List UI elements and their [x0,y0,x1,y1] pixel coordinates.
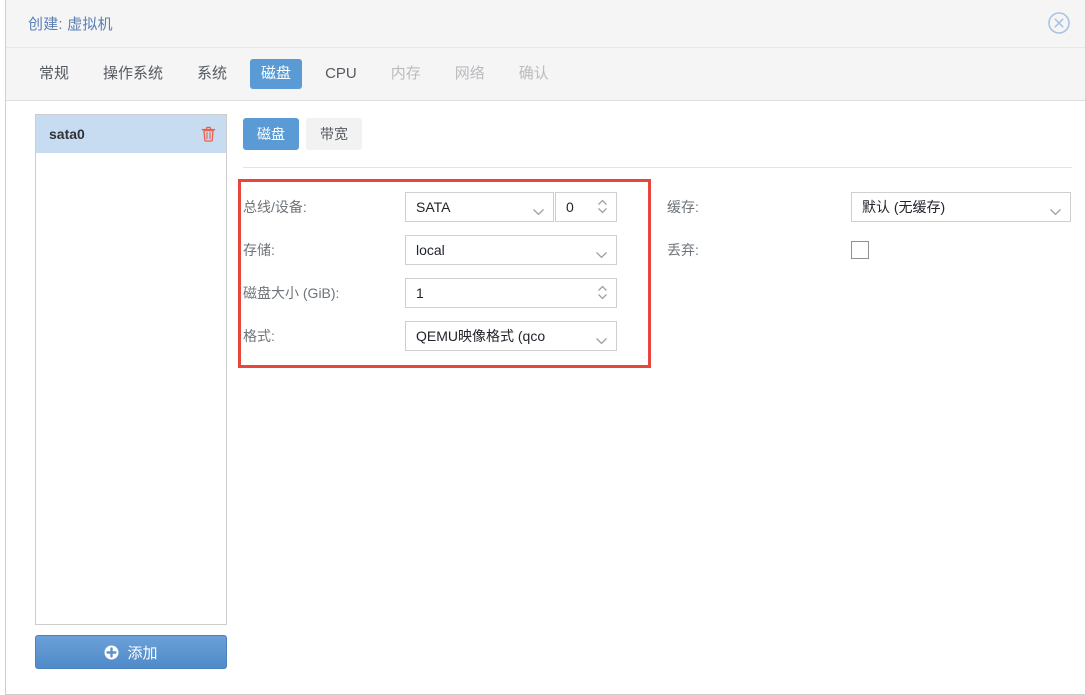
tab-network: 网络 [454,65,485,83]
disk-settings-panel: 磁盘 带宽 总线/设备: SATA 0 存储: local 磁盘大小 (GiB)… [238,111,1073,684]
create-vm-dialog: 创建: 虚拟机 常规 操作系统 系统 磁盘 CPU 内存 网络 确认 sata0 [5,0,1086,695]
form-row-cache: 缓存: 默认 (无缓存) [667,185,1071,228]
chevron-down-icon [595,246,608,258]
tab-cpu[interactable]: CPU [314,59,368,88]
bus-device-label: 总线/设备: [243,198,307,215]
subtab-bandwidth[interactable]: 带宽 [306,118,362,150]
tab-general[interactable]: 常规 [28,59,80,88]
storage-select[interactable]: local [405,234,617,265]
disk-subtabs: 磁盘 带宽 [243,118,362,150]
tab-system[interactable]: 系统 [186,59,238,88]
bus-select-value: SATA [416,198,451,215]
storage-label: 存储: [243,241,275,258]
spinner-arrows-icon[interactable] [597,284,608,301]
storage-select-value: local [416,241,445,258]
chevron-down-icon [1049,203,1062,215]
form-row-disk-size: 磁盘大小 (GiB): 1 [243,271,1073,314]
disk-size-value: 1 [416,284,424,301]
chevron-down-icon [532,203,545,215]
wizard-tabbar: 常规 操作系统 系统 磁盘 CPU 内存 网络 确认 [6,48,1085,101]
tab-confirm: 确认 [518,65,549,83]
section-divider [243,167,1072,168]
add-button[interactable]: 添加 [35,635,227,669]
cache-label: 缓存: [667,198,699,215]
dialog-body: sata0 添加 磁盘 带宽 总线/设备: SATA 0 存储: local 磁… [6,101,1085,694]
cache-select[interactable]: 默认 (无缓存) [851,191,1071,222]
device-list: sata0 [35,114,227,625]
trash-icon[interactable] [201,126,216,142]
disk-form-right: 缓存: 默认 (无缓存) 丢弃: [667,185,1071,271]
plus-circle-icon [104,645,119,660]
list-item[interactable]: sata0 [36,115,226,153]
device-number-stepper[interactable]: 0 [555,191,617,222]
form-row-format: 格式: QEMU映像格式 (qco [243,314,1073,357]
tab-disks[interactable]: 磁盘 [250,59,303,89]
device-number-value: 0 [566,198,574,215]
discard-label: 丢弃: [667,241,699,258]
format-select[interactable]: QEMU映像格式 (qco [405,320,617,351]
format-select-value: QEMU映像格式 (qco [416,327,546,344]
disk-size-label: 磁盘大小 (GiB): [243,284,340,301]
discard-checkbox[interactable] [851,240,869,259]
cache-select-value: 默认 (无缓存) [862,198,946,215]
close-icon[interactable] [1046,10,1072,36]
bus-select[interactable]: SATA [405,191,554,222]
tab-os[interactable]: 操作系统 [92,59,174,88]
disk-size-stepper[interactable]: 1 [405,277,617,308]
page-title: 创建: 虚拟机 [28,16,113,33]
tab-memory: 内存 [390,65,421,83]
device-name: sata0 [49,126,85,142]
format-label: 格式: [243,327,275,344]
chevron-down-icon [595,332,608,344]
spinner-arrows-icon[interactable] [597,198,608,215]
form-row-discard: 丢弃: [667,228,1071,271]
subtab-disk[interactable]: 磁盘 [243,118,299,150]
dialog-titlebar: 创建: 虚拟机 [6,0,1085,48]
add-button-label: 添加 [127,644,158,662]
